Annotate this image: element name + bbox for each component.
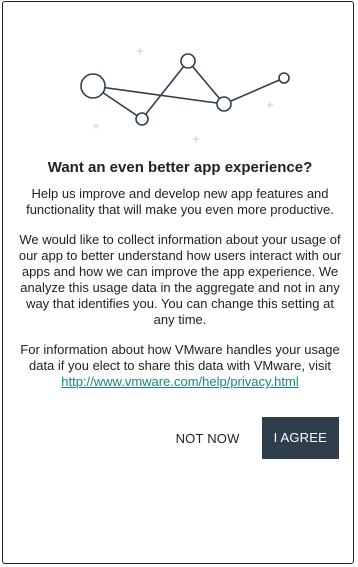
dialog-title: Want an even better app experience?	[47, 159, 313, 176]
intro-text: Help us improve and develop new app feat…	[26, 186, 334, 217]
network-graph-icon	[80, 48, 290, 142]
dialog-content: Want an even better app experience? Help…	[17, 158, 343, 404]
privacy-text: For information about how VMware handles…	[20, 342, 340, 373]
agree-button[interactable]: I AGREE	[261, 417, 339, 459]
not-now-button[interactable]: NOT NOW	[166, 423, 250, 454]
consent-dialog: Want an even better app experience? Help…	[2, 1, 354, 564]
privacy-paragraph: For information about how VMware handles…	[17, 342, 343, 390]
details-text: We would like to collect information abo…	[18, 232, 342, 327]
privacy-link[interactable]: http://www.vmware.com/help/privacy.html	[61, 374, 298, 389]
dialog-actions: NOT NOW I AGREE	[166, 417, 339, 459]
